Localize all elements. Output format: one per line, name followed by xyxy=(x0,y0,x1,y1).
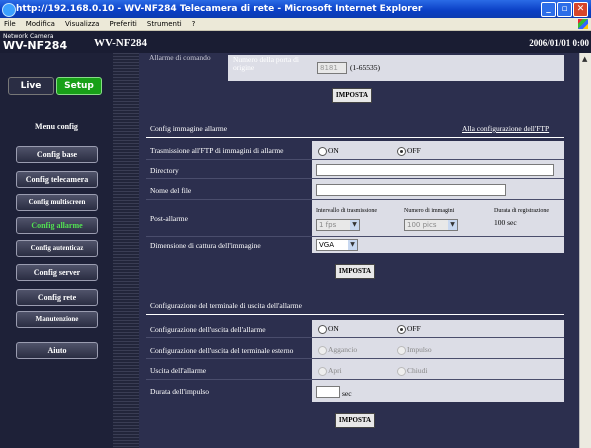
sidebar-item-manutenzione[interactable]: Manutenzione xyxy=(16,311,98,328)
chiudi-radio[interactable] xyxy=(397,367,406,376)
post-interval-label: Intervallo di trasmissione xyxy=(316,208,377,214)
alarm-output-value xyxy=(312,359,564,379)
post-alarm-label: Post-allarme xyxy=(150,214,188,223)
menu-modifica[interactable]: Modifica xyxy=(26,18,55,30)
imposta-button-output[interactable]: IMPOSTA xyxy=(335,413,375,428)
output-off-radio[interactable] xyxy=(397,325,406,334)
menu-visualizza[interactable]: Visualizza xyxy=(65,18,99,30)
output-section-header: Configurazione del terminale di uscita d… xyxy=(146,297,564,315)
scroll-up-icon[interactable]: ▲ xyxy=(582,55,590,63)
sidebar-item-config-server[interactable]: Config server xyxy=(16,264,98,281)
aggancio-label: Aggancio xyxy=(328,345,358,354)
ftp-off-radio[interactable] xyxy=(397,147,406,156)
external-terminal-label: Configurazione dell'uscita del terminale… xyxy=(150,346,294,355)
pulse-duration-input[interactable] xyxy=(316,386,340,398)
ftp-transmission-label: Trasmissione all'FTP di immagini di alla… xyxy=(150,146,284,155)
camera-header: Network Camera WV-NF284 WV-NF284 2006/01… xyxy=(0,31,591,53)
output-on-label: ON xyxy=(328,324,339,333)
chevron-down-icon: ▼ xyxy=(348,240,357,250)
output-on-radio[interactable] xyxy=(318,325,327,334)
ftp-config-link[interactable]: Alla configurazione dell'FTP xyxy=(462,124,549,133)
directory-label: Directory xyxy=(150,166,179,175)
window-title-bar: http://192.168.0.10 - WV-NF284 Telecamer… xyxy=(0,0,591,18)
port-input[interactable]: 8181 xyxy=(317,62,347,74)
internet-explorer-icon xyxy=(2,3,16,17)
chiudi-label: Chiudi xyxy=(407,366,428,375)
capture-size-select[interactable]: VGA ▼ xyxy=(316,239,358,251)
close-button[interactable]: ✕ xyxy=(573,2,588,17)
capture-size-label: Dimensione di cattura dell'immagine xyxy=(150,241,261,250)
port-label: Numero della porta di origine xyxy=(233,55,300,72)
sidebar-item-config-multiscreen[interactable]: Config multiscreen xyxy=(16,194,98,211)
impulso-radio[interactable] xyxy=(397,346,406,355)
post-duration-label: Durata di registrazione xyxy=(494,208,549,214)
menu-bar: File Modifica Visualizza Preferiti Strumenti… xyxy=(0,18,591,31)
ftp-off-label: OFF xyxy=(407,146,421,155)
sidebar-item-config-rete[interactable]: Config rete xyxy=(16,289,98,306)
apri-radio[interactable] xyxy=(318,367,327,376)
pulse-duration-label: Durata dell'impulso xyxy=(150,387,210,396)
sidebar-item-config-base[interactable]: Config base xyxy=(16,146,98,163)
pulse-unit: sec xyxy=(342,389,352,398)
output-off-label: OFF xyxy=(407,324,421,333)
menu-file[interactable]: File xyxy=(4,18,16,30)
partial-section-label: Allarme di comando xyxy=(149,53,211,62)
ftp-on-label: ON xyxy=(328,146,339,155)
maximize-button[interactable]: ▫ xyxy=(557,2,572,17)
alarm-output-label: Uscita dell'allarme xyxy=(150,366,207,375)
image-section-title: Config immagine allarme xyxy=(150,124,228,133)
imposta-button-top[interactable]: IMPOSTA xyxy=(332,88,372,103)
menu-strumenti[interactable]: Strumenti xyxy=(147,18,182,30)
post-interval-select[interactable]: 1 fps ▼ xyxy=(316,219,360,231)
sidebar-item-config-telecamera[interactable]: Config telecamera xyxy=(16,171,98,188)
post-count-label: Numero di immagini xyxy=(404,208,455,214)
sidebar-item-config-autenticaz[interactable]: Config autenticaz xyxy=(16,240,98,257)
ftp-on-radio[interactable] xyxy=(318,147,327,156)
model-label: WV-NF284 xyxy=(3,39,68,52)
impulso-label: Impulso xyxy=(407,345,432,354)
model-title: WV-NF284 xyxy=(94,37,147,49)
tab-setup[interactable]: Setup xyxy=(56,77,102,95)
scrollbar[interactable]: ▲ xyxy=(579,53,591,448)
tab-live[interactable]: Live xyxy=(8,77,54,95)
port-range: (1-65535) xyxy=(350,63,380,72)
filename-input[interactable] xyxy=(316,184,506,196)
sidebar-item-config-allarme[interactable]: Config allarme xyxy=(16,217,98,234)
sidebar-divider xyxy=(113,53,139,448)
chevron-down-icon: ▼ xyxy=(448,220,457,230)
imposta-button-image[interactable]: IMPOSTA xyxy=(335,264,375,279)
menu-preferiti[interactable]: Preferiti xyxy=(109,18,136,30)
minimize-button[interactable]: _ xyxy=(541,2,556,17)
filename-label: Nome del file xyxy=(150,186,192,195)
menu-help[interactable]: ? xyxy=(192,18,196,30)
alarm-output-config-label: Configurazione dell'uscita dell'allarme xyxy=(150,325,266,334)
chevron-down-icon: ▼ xyxy=(350,220,359,230)
ftp-transmission-value xyxy=(312,141,564,159)
directory-input[interactable] xyxy=(316,164,554,176)
post-count-select[interactable]: 100 pics ▼ xyxy=(404,219,458,231)
window-title: http://192.168.0.10 - WV-NF284 Telecamer… xyxy=(16,4,423,14)
apri-label: Apri xyxy=(328,366,342,375)
datetime-display: 2006/01/01 0:00 xyxy=(529,38,589,48)
alarm-output-config-value xyxy=(312,320,564,337)
windows-logo-icon xyxy=(578,19,588,29)
menu-config-title: Menu config xyxy=(35,122,78,131)
output-section-title: Configurazione del terminale di uscita d… xyxy=(150,301,302,310)
aggancio-radio[interactable] xyxy=(318,346,327,355)
post-duration-value: 100 sec xyxy=(494,218,517,227)
sidebar-item-aiuto[interactable]: Aiuto xyxy=(16,342,98,359)
